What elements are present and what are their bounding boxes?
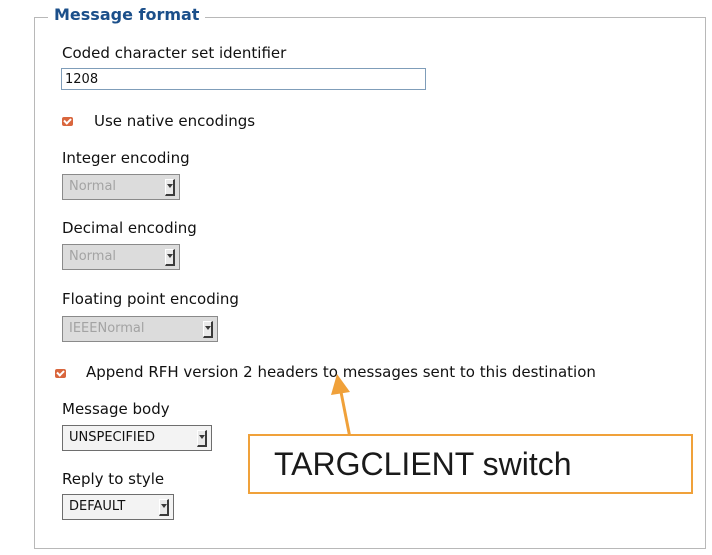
callout-text: TARGCLIENT switch [274,446,572,482]
